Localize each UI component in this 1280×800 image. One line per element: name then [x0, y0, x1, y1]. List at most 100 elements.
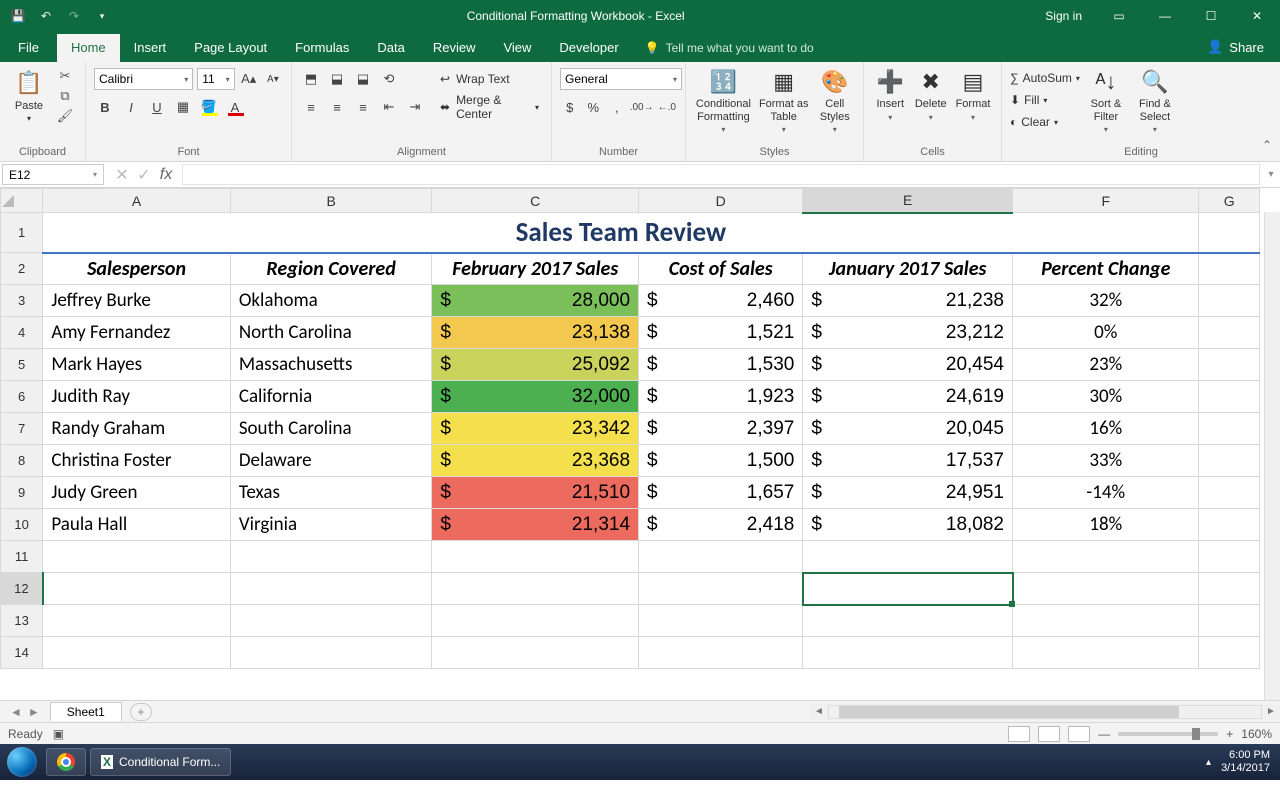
row-header-2[interactable]: 2 [1, 253, 43, 285]
insert-function-icon[interactable]: fx [156, 166, 176, 184]
align-right-icon[interactable]: ≡ [352, 96, 374, 118]
col-header-B[interactable]: B [230, 189, 432, 213]
cell-region[interactable]: North Carolina [230, 317, 432, 349]
cell-pct[interactable]: 23% [1013, 349, 1199, 381]
comma-format-icon[interactable]: , [607, 96, 627, 118]
cell[interactable] [1199, 413, 1260, 445]
cell-jan-sales[interactable]: $18,082 [803, 509, 1013, 541]
tab-view[interactable]: View [489, 34, 545, 62]
cell[interactable] [1199, 445, 1260, 477]
cell[interactable] [432, 605, 639, 637]
cell-region[interactable]: Massachusetts [230, 349, 432, 381]
new-sheet-button[interactable]: + [130, 703, 152, 721]
row-header-12[interactable]: 12 [1, 573, 43, 605]
col-header-E[interactable]: E [803, 189, 1013, 213]
percent-format-icon[interactable]: % [584, 96, 604, 118]
row-header-14[interactable]: 14 [1, 637, 43, 669]
cell-cost[interactable]: $1,657 [639, 477, 803, 509]
tab-file[interactable]: File [0, 34, 57, 62]
maximize-icon[interactable]: ☐ [1188, 0, 1234, 32]
font-color-button[interactable]: A [224, 96, 246, 118]
macro-record-icon[interactable]: ▣ [53, 727, 64, 741]
taskbar-excel[interactable]: XConditional Form... [90, 748, 231, 776]
enter-formula-icon[interactable]: ✓ [134, 165, 154, 185]
cell[interactable] [1199, 509, 1260, 541]
row-header-1[interactable]: 1 [1, 213, 43, 253]
cell-feb-sales[interactable]: $32,000 [432, 381, 639, 413]
align-bottom-icon[interactable]: ⬓ [352, 68, 374, 90]
autosum-button[interactable]: ∑AutoSum▾ [1010, 68, 1080, 88]
cell[interactable] [803, 541, 1013, 573]
cell[interactable] [639, 605, 803, 637]
cell-salesperson[interactable]: Judy Green [43, 477, 230, 509]
taskbar-chrome[interactable] [46, 748, 86, 776]
cell[interactable] [230, 541, 432, 573]
tab-review[interactable]: Review [419, 34, 490, 62]
cell-cost[interactable]: $1,530 [639, 349, 803, 381]
cell-jan-sales[interactable]: $24,619 [803, 381, 1013, 413]
decrease-decimal-icon[interactable]: ←.0 [657, 96, 677, 118]
row-header-10[interactable]: 10 [1, 509, 43, 541]
header-jan-sales[interactable]: January 2017 Sales [803, 253, 1013, 285]
copy-icon[interactable]: ⧉ [56, 88, 74, 104]
cell-cost[interactable]: $2,418 [639, 509, 803, 541]
cell[interactable] [230, 637, 432, 669]
cell[interactable] [1199, 349, 1260, 381]
cell[interactable] [1199, 213, 1260, 253]
border-button[interactable]: ▦ [172, 96, 194, 118]
font-name-select[interactable]: Calibri▾ [94, 68, 193, 90]
cell[interactable] [639, 541, 803, 573]
cell-feb-sales[interactable]: $23,138 [432, 317, 639, 349]
font-size-select[interactable]: 11▾ [197, 68, 234, 90]
cell-region[interactable]: Oklahoma [230, 285, 432, 317]
col-header-F[interactable]: F [1013, 189, 1199, 213]
cell[interactable] [43, 605, 230, 637]
cell-feb-sales[interactable]: $25,092 [432, 349, 639, 381]
align-center-icon[interactable]: ≡ [326, 96, 348, 118]
cell-jan-sales[interactable]: $23,212 [803, 317, 1013, 349]
cell[interactable] [1199, 381, 1260, 413]
cell-feb-sales[interactable]: $28,000 [432, 285, 639, 317]
cell-cost[interactable]: $1,923 [639, 381, 803, 413]
cell-salesperson[interactable]: Christina Foster [43, 445, 230, 477]
cell-pct[interactable]: 32% [1013, 285, 1199, 317]
cell-pct[interactable]: 16% [1013, 413, 1199, 445]
worksheet-grid[interactable]: A B C D E F G 1Sales Team Review2Salespe… [0, 188, 1280, 700]
cell-region[interactable]: Virginia [230, 509, 432, 541]
header-region[interactable]: Region Covered [230, 253, 432, 285]
row-header-4[interactable]: 4 [1, 317, 43, 349]
header-salesperson[interactable]: Salesperson [43, 253, 230, 285]
cell[interactable] [230, 605, 432, 637]
ribbon-display-icon[interactable]: ▭ [1096, 0, 1142, 32]
cell-jan-sales[interactable]: $24,951 [803, 477, 1013, 509]
cell[interactable] [1013, 541, 1199, 573]
col-header-C[interactable]: C [432, 189, 639, 213]
system-clock[interactable]: 6:00 PM 3/14/2017 [1221, 749, 1270, 774]
row-header-7[interactable]: 7 [1, 413, 43, 445]
cell-feb-sales[interactable]: $23,368 [432, 445, 639, 477]
tab-formulas[interactable]: Formulas [281, 34, 363, 62]
tab-data[interactable]: Data [363, 34, 418, 62]
decrease-font-icon[interactable]: A▾ [263, 68, 283, 90]
bold-button[interactable]: B [94, 96, 116, 118]
share-button[interactable]: 👤 Share [1191, 39, 1280, 62]
cell[interactable] [639, 637, 803, 669]
cell[interactable] [1013, 573, 1199, 605]
cell-feb-sales[interactable]: $23,342 [432, 413, 639, 445]
cell[interactable] [803, 573, 1013, 605]
row-header-5[interactable]: 5 [1, 349, 43, 381]
merge-center-button[interactable]: ⬌Merge & Center▾ [436, 96, 543, 118]
col-header-D[interactable]: D [639, 189, 803, 213]
cancel-formula-icon[interactable]: ✕ [112, 165, 132, 185]
sheet-tab-active[interactable]: Sheet1 [50, 702, 122, 721]
cell-feb-sales[interactable]: $21,314 [432, 509, 639, 541]
cell[interactable] [803, 637, 1013, 669]
redo-icon[interactable]: ↷ [64, 6, 84, 26]
cell[interactable] [1199, 573, 1260, 605]
cell-region[interactable]: Texas [230, 477, 432, 509]
align-middle-icon[interactable]: ⬓ [326, 68, 348, 90]
cell-jan-sales[interactable]: $20,454 [803, 349, 1013, 381]
sheet-nav-next-icon[interactable]: ► [28, 705, 40, 719]
cell-pct[interactable]: -14% [1013, 477, 1199, 509]
row-header-9[interactable]: 9 [1, 477, 43, 509]
